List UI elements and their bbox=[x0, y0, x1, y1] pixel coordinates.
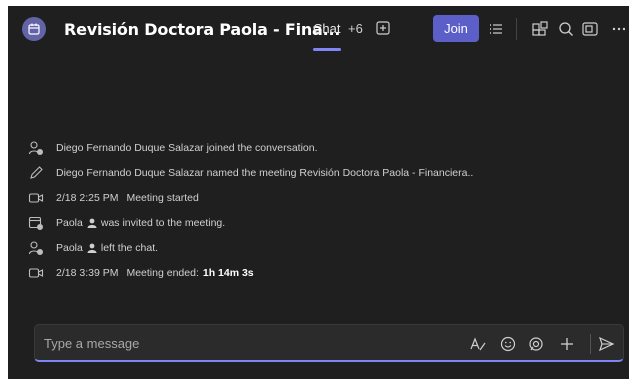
system-message-invited: Paola was invited to the meeting. bbox=[28, 213, 225, 233]
pop-out-icon[interactable] bbox=[581, 20, 599, 38]
apps-grid-icon[interactable] bbox=[531, 20, 549, 38]
teams-chat-window: Revisión Doctora Paola - Fina... Chat +6… bbox=[8, 6, 629, 379]
person-join-icon bbox=[28, 141, 43, 155]
compose-box[interactable] bbox=[34, 324, 624, 362]
system-message-left: Paola left the chat. bbox=[28, 238, 158, 258]
system-message-meeting-ended: 2/18 3:39 PM Meeting ended: 1h 14m 3s bbox=[28, 263, 254, 283]
system-message-renamed: Diego Fernando Duque Salazar named the m… bbox=[28, 163, 473, 183]
avatar-icon bbox=[87, 218, 97, 228]
meeting-title[interactable]: Revisión Doctora Paola - Fina... bbox=[64, 20, 340, 39]
message-time: 2/18 3:39 PM bbox=[56, 267, 119, 279]
emoji-icon[interactable] bbox=[499, 335, 517, 353]
search-icon[interactable] bbox=[557, 20, 575, 38]
meeting-duration: 1h 14m 3s bbox=[202, 267, 254, 279]
participants-list-icon[interactable] bbox=[487, 20, 505, 38]
tab-more-count[interactable]: +6 bbox=[348, 21, 363, 36]
system-message-meeting-started: 2/18 2:25 PM Meeting started bbox=[28, 188, 199, 208]
tab-chat-active-indicator bbox=[313, 48, 341, 51]
avatar-icon bbox=[87, 243, 97, 253]
video-camera-icon bbox=[28, 193, 44, 203]
system-message-text: Meeting started bbox=[126, 192, 199, 204]
pencil-icon bbox=[30, 166, 43, 179]
send-icon[interactable] bbox=[597, 335, 615, 353]
participant-name[interactable]: Paola bbox=[56, 242, 83, 254]
system-message-text: Diego Fernando Duque Salazar joined the … bbox=[56, 142, 318, 154]
system-message-joined: Diego Fernando Duque Salazar joined the … bbox=[28, 138, 318, 158]
message-time: 2/18 2:25 PM bbox=[56, 192, 119, 204]
add-tab-icon[interactable] bbox=[376, 21, 390, 35]
tab-chat[interactable]: Chat bbox=[313, 21, 340, 36]
system-message-text: Diego Fernando Duque Salazar named the m… bbox=[56, 167, 474, 179]
system-message-text: was invited to the meeting. bbox=[100, 217, 226, 229]
format-text-icon[interactable] bbox=[469, 335, 487, 353]
calendar-invite-icon bbox=[28, 216, 43, 230]
person-left-icon bbox=[28, 241, 43, 255]
video-camera-icon bbox=[28, 268, 44, 278]
system-message-text: Meeting ended: bbox=[126, 267, 199, 279]
meeting-chat-icon bbox=[22, 17, 46, 41]
add-attachment-icon[interactable] bbox=[558, 335, 576, 353]
loop-component-icon[interactable] bbox=[527, 335, 545, 353]
message-input[interactable] bbox=[44, 325, 424, 361]
participant-name[interactable]: Paola bbox=[56, 217, 83, 229]
more-options-icon[interactable] bbox=[611, 20, 625, 38]
compose-divider bbox=[590, 334, 591, 354]
join-button[interactable]: Join bbox=[433, 15, 479, 42]
header-divider bbox=[516, 18, 517, 40]
chat-header: Revisión Doctora Paola - Fina... Chat +6… bbox=[8, 6, 629, 52]
system-message-text: left the chat. bbox=[100, 242, 159, 254]
